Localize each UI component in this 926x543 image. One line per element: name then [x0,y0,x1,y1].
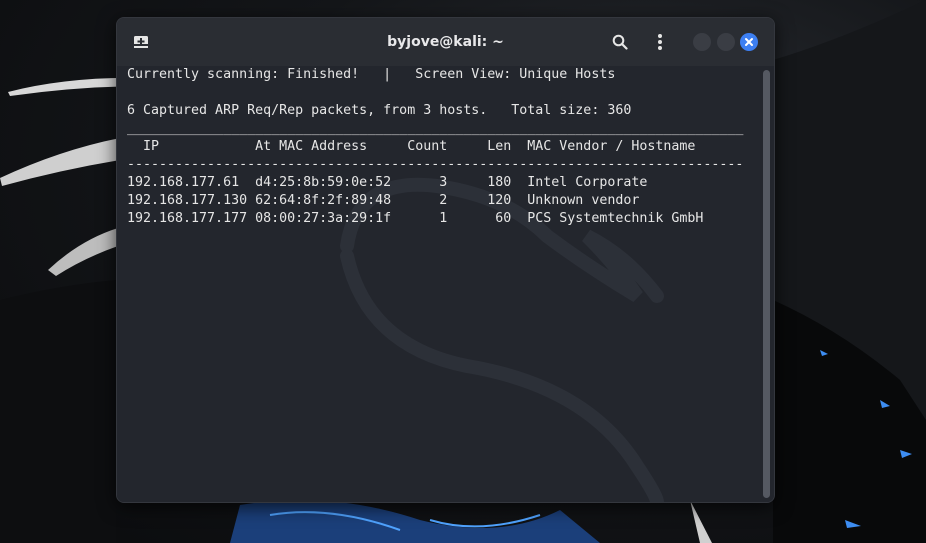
status-line: Currently scanning: Finished! | Screen V… [127,67,616,82]
terminal-output[interactable]: Currently scanning: Finished! | Screen V… [117,66,774,502]
header-separator: ----------------------------------------… [127,157,744,172]
vertical-scrollbar[interactable] [763,70,770,498]
wallpaper-streak [48,228,118,276]
table-row: 192.168.177.61 d4:25:8b:59:0e:52 3 180 I… [127,175,648,190]
maximize-button[interactable] [717,33,735,51]
new-tab-icon [134,36,148,48]
search-button[interactable] [609,31,631,53]
close-button[interactable] [740,33,758,51]
top-separator: ________________________________________… [127,121,744,136]
terminal-text: Currently scanning: Finished! | Screen V… [127,66,743,228]
new-tab-button[interactable] [131,32,151,52]
kebab-menu-icon [658,34,662,50]
search-icon [612,34,628,50]
wallpaper-streak [0,138,120,186]
summary-line: 6 Captured ARP Req/Rep packets, from 3 h… [127,103,632,118]
window-title: byjove@kali: ~ [387,34,504,50]
title-bar[interactable]: byjove@kali: ~ [117,18,774,66]
table-row: 192.168.177.130 62:64:8f:2f:89:48 2 120 … [127,193,640,208]
table-header: IP At MAC Address Count Len MAC Vendor /… [127,139,696,154]
wallpaper-shadow [0,280,116,543]
wallpaper-glow [230,500,600,543]
close-icon [745,38,753,46]
menu-button[interactable] [649,31,671,53]
minimize-button[interactable] [693,33,711,51]
wallpaper-claw [690,500,712,543]
terminal-window[interactable]: byjove@kali: ~ Currently scanning: Finis… [116,17,775,503]
table-row: 192.168.177.177 08:00:27:3a:29:1f 1 60 P… [127,211,704,226]
